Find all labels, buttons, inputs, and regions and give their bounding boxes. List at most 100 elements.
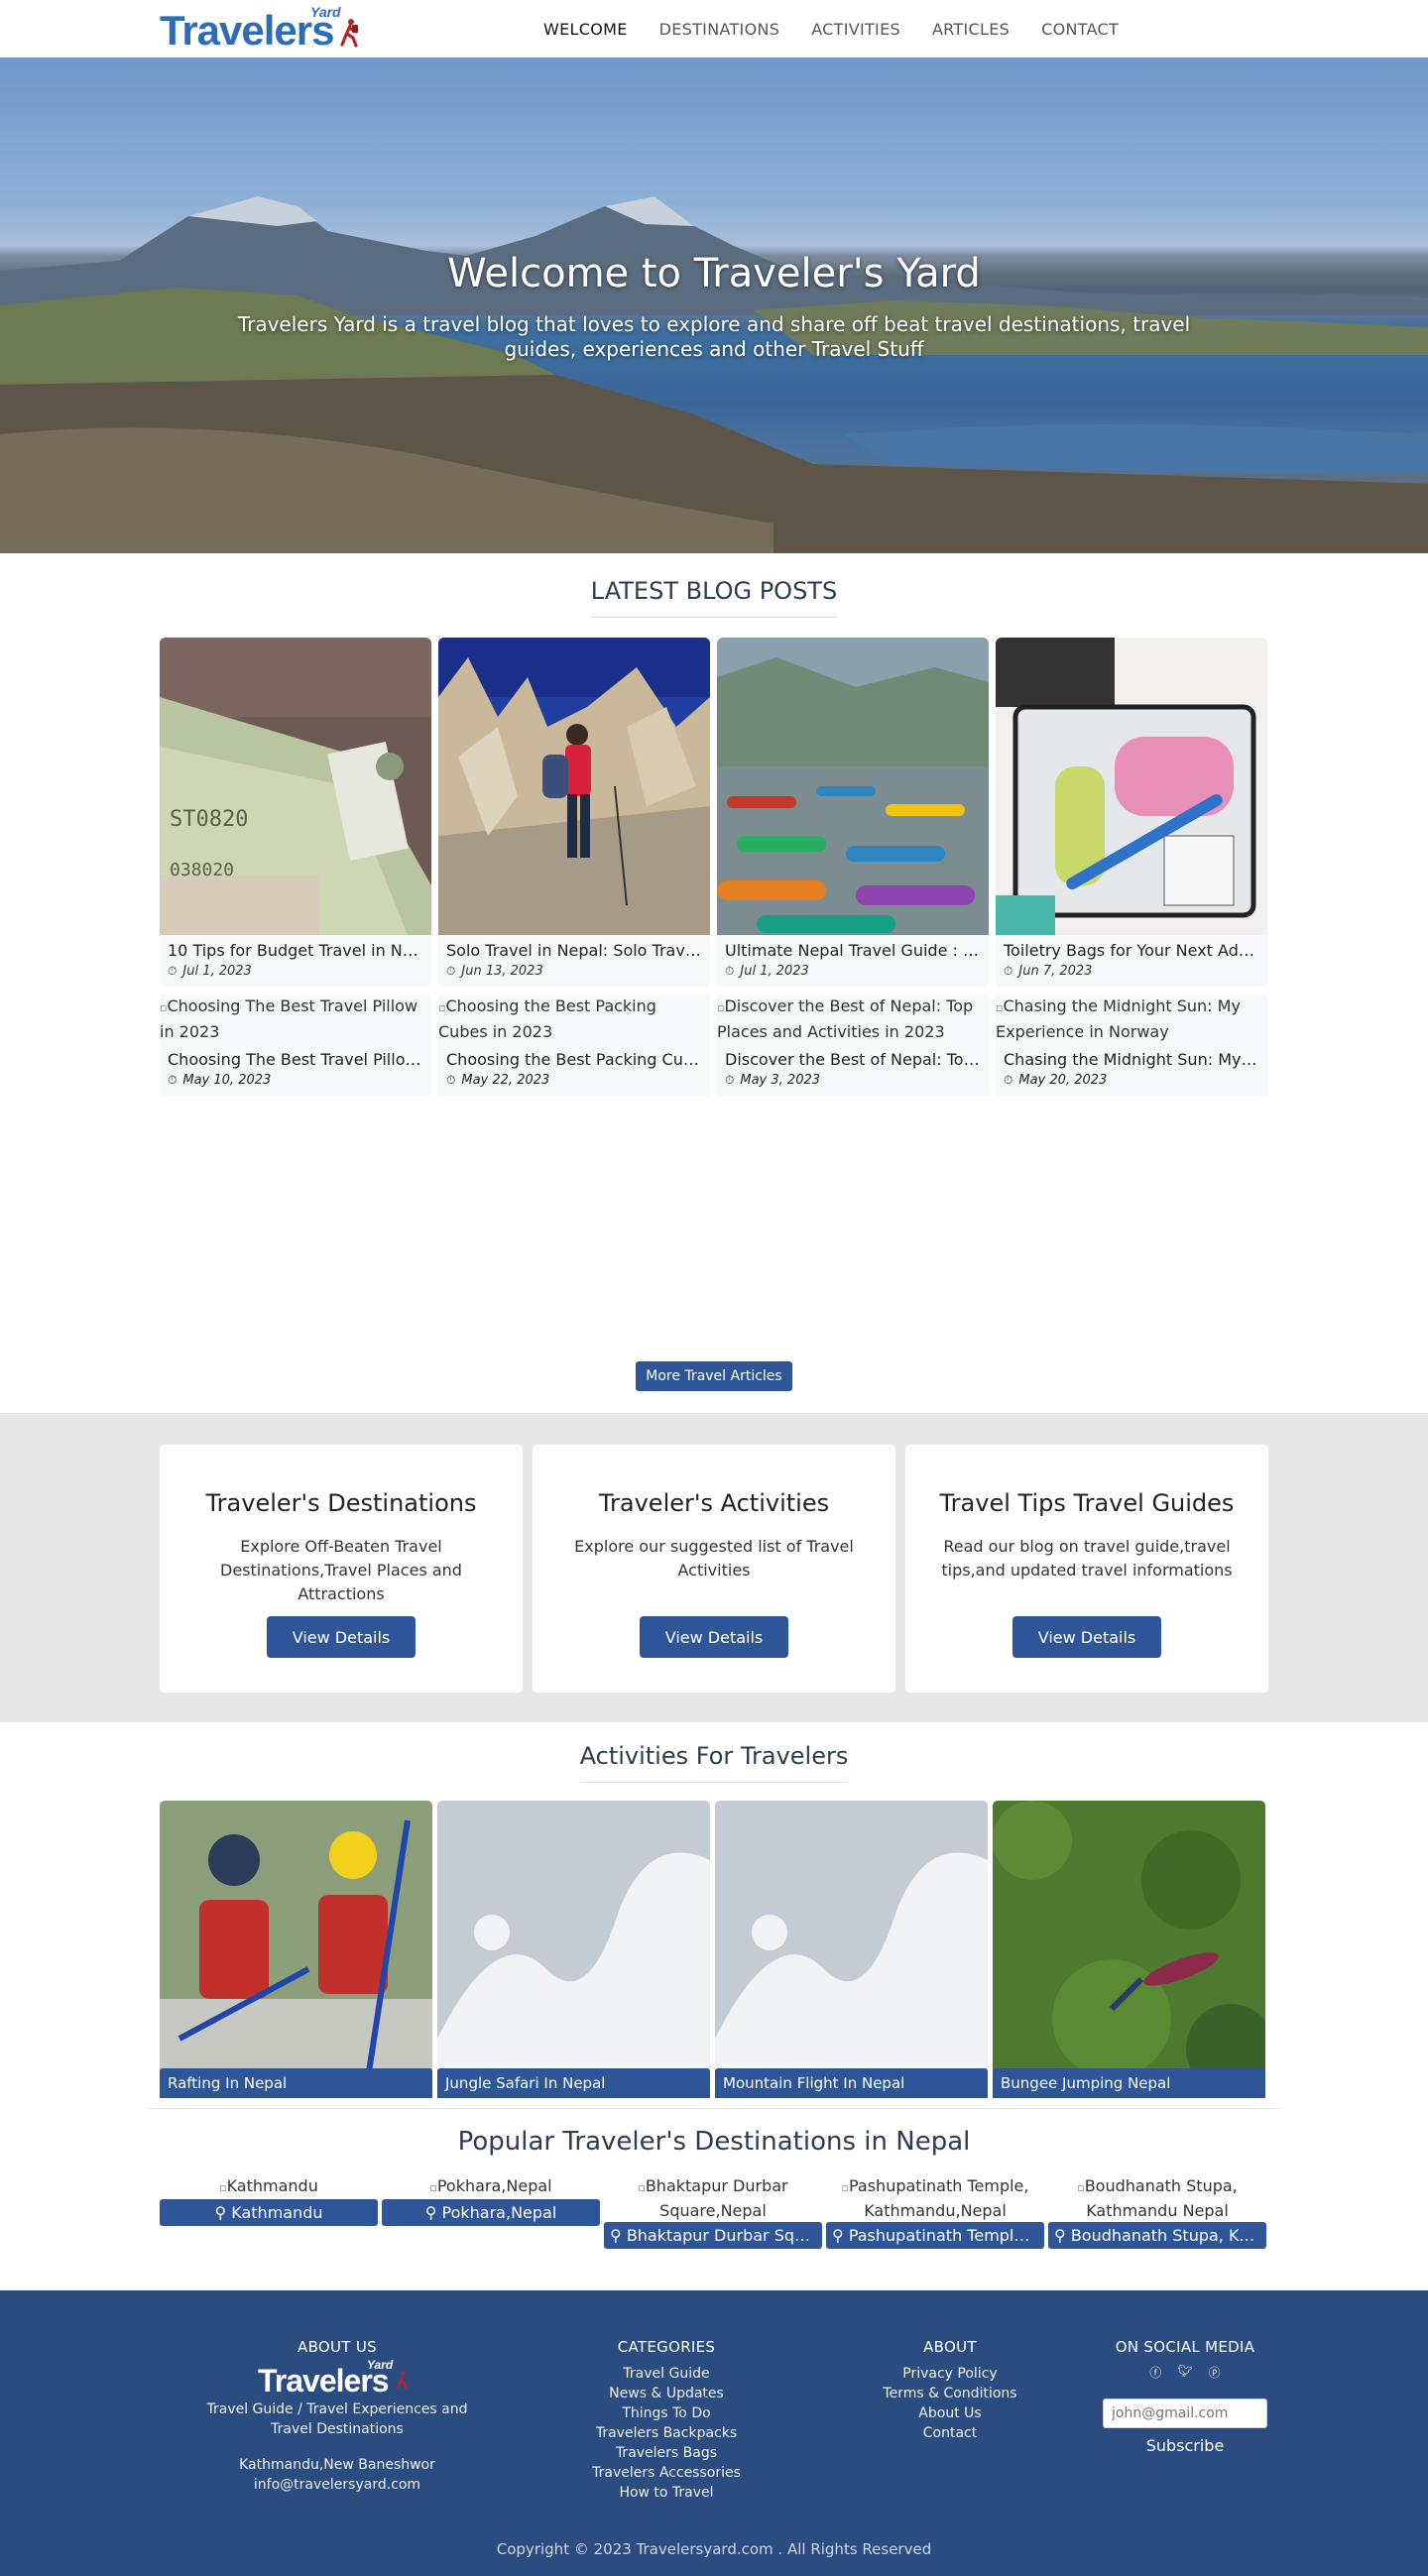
more-travel-articles-button[interactable]: More Travel Articles xyxy=(636,1361,792,1391)
footer-logo[interactable]: Travelers Yard xyxy=(258,2358,416,2398)
nav-activities[interactable]: ACTIVITIES xyxy=(811,20,900,39)
post-title[interactable]: Toiletry Bags for Your Next Adventure xyxy=(1004,941,1259,960)
newsletter-email-input[interactable] xyxy=(1103,2399,1267,2428)
activity-label[interactable]: Jungle Safari In Nepal xyxy=(437,2068,710,2098)
map-marker-icon: ⚲ xyxy=(610,2226,622,2245)
hero-title: Welcome to Traveler's Yard xyxy=(447,251,981,296)
destination-card[interactable]: ▫Pashupatinath Temple, Kathmandu,Nepal ⚲… xyxy=(826,2174,1044,2249)
copyright-text: Copyright © 2023 Travelersyard.com . All… xyxy=(496,2540,932,2558)
clock-icon: ⏱ xyxy=(725,1073,735,1087)
broken-image-icon: ▫ xyxy=(638,2181,646,2194)
feature-title: Traveler's Destinations xyxy=(205,1489,477,1517)
footer-tagline: Travel Guide / Travel Experiences and Tr… xyxy=(206,2401,468,2437)
broken-image-icon: ▫ xyxy=(841,2181,849,2194)
blog-card[interactable]: Toiletry Bags for Your Next Adventure ⏱J… xyxy=(996,638,1267,987)
activity-card-bungee[interactable]: Bungee Jumping Nepal xyxy=(993,1801,1265,2098)
feature-text: Explore Off-Beaten Travel Destinations,T… xyxy=(220,1537,462,1603)
clock-icon: ⏱ xyxy=(1004,964,1013,978)
post-date: ⏱ May 10, 2023 xyxy=(168,1073,272,1088)
activity-card-mountain-flight[interactable]: Mountain Flight In Nepal xyxy=(715,1801,988,2098)
clock-icon: ⏱ xyxy=(1004,1073,1013,1087)
footer-link[interactable]: Travel Guide xyxy=(567,2364,766,2384)
activity-label[interactable]: Rafting In Nepal xyxy=(160,2068,432,2098)
nav-destinations[interactable]: DESTINATIONS xyxy=(659,20,780,39)
footer-link[interactable]: Contact xyxy=(851,2423,1049,2443)
footer-link[interactable]: Things To Do xyxy=(567,2403,766,2423)
feature-title: Traveler's Activities xyxy=(598,1489,830,1517)
broken-image-alt[interactable]: ▫Discover the Best of Nepal: Top Places … xyxy=(717,995,989,1044)
footer-link[interactable]: Travelers Bags xyxy=(567,2443,766,2463)
footer-link[interactable]: About Us xyxy=(851,2403,1049,2423)
post-title[interactable]: Discover the Best of Nepal: Top Places a… xyxy=(725,1050,981,1069)
destination-card[interactable]: ▫Boudhanath Stupa, Kathmandu Nepal ⚲ Bou… xyxy=(1048,2174,1266,2249)
post-image-currency[interactable]: ST0820 038020 xyxy=(160,638,431,935)
nav-contact[interactable]: CONTACT xyxy=(1041,20,1119,39)
destination-card[interactable]: ▫Bhaktapur Durbar Square,Nepal ⚲ Bhaktap… xyxy=(604,2174,822,2249)
nav-articles[interactable]: ARTICLES xyxy=(932,20,1010,39)
destination-card[interactable]: ▫Pokhara,Nepal ⚲ Pokhara,Nepal xyxy=(382,2174,600,2249)
broken-image-alt[interactable]: ▫Pashupatinath Temple, Kathmandu,Nepal xyxy=(826,2174,1044,2222)
clock-icon: ⏱ xyxy=(725,964,735,978)
destination-label[interactable]: ⚲ Bhaktapur Durbar Square,Nepal xyxy=(604,2222,822,2249)
post-title[interactable]: Choosing the Best Packing Cubes in 2023 xyxy=(446,1050,702,1069)
post-title[interactable]: Chasing the Midnight Sun: My Experience … xyxy=(1004,1050,1259,1069)
traveler-figure-icon xyxy=(340,19,358,48)
post-image-toiletry-bag[interactable] xyxy=(996,638,1267,935)
footer-link[interactable]: Privacy Policy xyxy=(851,2364,1049,2384)
facebook-icon[interactable]: ⓕ xyxy=(1149,2364,1161,2381)
twitter-icon[interactable]: 🐦︎ xyxy=(1177,2364,1192,2381)
footer-link[interactable]: Terms & Conditions xyxy=(851,2384,1049,2403)
post-title[interactable]: Choosing The Best Travel Pillow in 2023 xyxy=(168,1050,423,1069)
view-details-button[interactable]: View Details xyxy=(267,1616,416,1658)
footer-link[interactable]: News & Updates xyxy=(567,2384,766,2403)
view-details-button[interactable]: View Details xyxy=(640,1616,788,1658)
hero-banner: Welcome to Traveler's Yard Travelers Yar… xyxy=(0,58,1428,553)
broken-image-alt[interactable]: ▫Chasing the Midnight Sun: My Experience… xyxy=(996,995,1267,1044)
pinterest-icon[interactable]: ⓟ xyxy=(1209,2364,1221,2381)
footer-link[interactable]: Travelers Backpacks xyxy=(567,2423,766,2443)
destination-label[interactable]: ⚲ Pashupatinath Temple, Kathmandu,Nepal xyxy=(826,2222,1044,2249)
destination-label[interactable]: ⚲ Boudhanath Stupa, Kathmandu Nepal xyxy=(1048,2222,1266,2249)
subscribe-button[interactable]: Subscribe xyxy=(1146,2436,1225,2455)
destination-card[interactable]: ▫Kathmandu ⚲ Kathmandu xyxy=(160,2174,378,2249)
broken-image-alt[interactable]: ▫Boudhanath Stupa, Kathmandu Nepal xyxy=(1048,2174,1266,2222)
site-footer: ABOUT US Travelers Yard Travel Guide / T… xyxy=(0,2290,1428,2576)
view-details-button[interactable]: View Details xyxy=(1012,1616,1161,1658)
broken-image-alt[interactable]: ▫Choosing The Best Travel Pillow in 2023 xyxy=(160,995,431,1044)
blog-card[interactable]: Solo Travel in Nepal: Solo Traveler Guid… xyxy=(438,638,710,987)
blog-card[interactable]: ▫Choosing the Best Packing Cubes in 2023… xyxy=(438,995,710,1096)
post-title[interactable]: 10 Tips for Budget Travel in Nepal xyxy=(168,941,423,960)
broken-image-alt[interactable]: ▫Kathmandu xyxy=(160,2174,378,2199)
broken-image-alt[interactable]: ▫Choosing the Best Packing Cubes in 2023 xyxy=(438,995,710,1044)
blog-card[interactable]: ST0820 038020 10 Tips for Budget Travel … xyxy=(160,638,431,987)
site-logo[interactable]: Travelers Yard xyxy=(160,4,368,54)
feature-card-destinations: Traveler's Destinations Explore Off-Beat… xyxy=(160,1445,523,1693)
destination-label[interactable]: ⚲ Kathmandu xyxy=(160,2199,378,2226)
post-title[interactable]: Ultimate Nepal Travel Guide : Tips xyxy=(725,941,981,960)
blog-card[interactable]: Ultimate Nepal Travel Guide : Tips ⏱ Jul … xyxy=(717,638,989,987)
blog-card[interactable]: ▫Discover the Best of Nepal: Top Places … xyxy=(717,995,989,1096)
activity-card-rafting[interactable]: Rafting In Nepal xyxy=(160,1801,432,2098)
broken-image-alt[interactable]: ▫Bhaktapur Durbar Square,Nepal xyxy=(604,2174,822,2222)
blog-grid-broken-images: ▫Choosing The Best Travel Pillow in 2023… xyxy=(160,995,1268,1096)
broken-image-alt[interactable]: ▫Pokhara,Nepal xyxy=(382,2174,600,2199)
post-image-hiker[interactable] xyxy=(438,638,710,935)
destinations-heading: Popular Traveler's Destinations in Nepal xyxy=(457,2127,971,2157)
post-title[interactable]: Solo Travel in Nepal: Solo Traveler Guid… xyxy=(446,941,702,960)
nav-welcome[interactable]: WELCOME xyxy=(543,20,628,39)
destinations-grid: ▫Kathmandu ⚲ Kathmandu ▫Pokhara,Nepal ⚲ … xyxy=(160,2174,1268,2249)
footer-link[interactable]: Travelers Accessories xyxy=(567,2463,766,2483)
activities-heading: Activities For Travelers xyxy=(160,1722,1268,1783)
activity-label[interactable]: Mountain Flight In Nepal xyxy=(715,2068,988,2098)
footer-email[interactable]: info@travelersyard.com xyxy=(188,2475,486,2495)
activity-card-jungle-safari[interactable]: Jungle Safari In Nepal xyxy=(437,1801,710,2098)
footer-heading: CATEGORIES xyxy=(617,2338,716,2356)
footer-heading: ON SOCIAL MEDIA xyxy=(1115,2338,1255,2356)
destination-label[interactable]: ⚲ Pokhara,Nepal xyxy=(382,2199,600,2226)
footer-link[interactable]: How to Travel xyxy=(567,2483,766,2503)
post-image-boats[interactable] xyxy=(717,638,989,935)
blog-card[interactable]: ▫Chasing the Midnight Sun: My Experience… xyxy=(996,995,1267,1096)
image-placeholder-icon xyxy=(437,1801,710,2098)
activity-label[interactable]: Bungee Jumping Nepal xyxy=(993,2068,1265,2098)
blog-card[interactable]: ▫Choosing The Best Travel Pillow in 2023… xyxy=(160,995,431,1096)
